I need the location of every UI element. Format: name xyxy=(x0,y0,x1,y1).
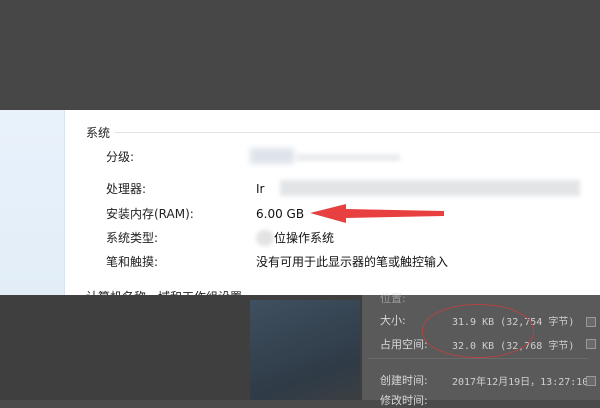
label-pen-touch: 笔和触摸: xyxy=(106,255,159,269)
wallpaper-fragment xyxy=(250,300,360,400)
system-info-panel: 系统 分级: 处理器: Ir 安装内存(RAM): 6.00 GB 系统类型: … xyxy=(0,110,600,304)
prop-label-disk-size: 占用空间: xyxy=(380,338,428,351)
label-system-type: 系统类型: xyxy=(106,231,159,245)
background-overlay-top xyxy=(0,0,600,110)
side-checkbox[interactable] xyxy=(586,376,596,386)
label-processor: 处理器: xyxy=(106,182,147,196)
value-pen-touch: 没有可用于此显示器的笔或触控输入 xyxy=(256,255,449,269)
prop-label-location: 位置: xyxy=(380,292,406,305)
redacted-rating-value xyxy=(250,148,294,164)
label-installed-ram: 安装内存(RAM): xyxy=(106,207,194,221)
prop-label-size: 大小: xyxy=(380,314,406,327)
side-checkbox[interactable] xyxy=(586,339,596,349)
control-panel-sidebar xyxy=(0,110,65,295)
red-circle-annotation xyxy=(422,304,534,358)
properties-divider xyxy=(368,358,588,359)
side-checkbox[interactable] xyxy=(586,317,596,327)
prop-label-modified: 修改时间: xyxy=(380,394,428,407)
value-system-type: 位操作系统 xyxy=(274,231,335,245)
redacted-processor-details xyxy=(280,180,580,196)
label-rating: 分级: xyxy=(106,150,135,164)
redacted-bit-count xyxy=(256,230,274,246)
value-installed-ram: 6.00 GB xyxy=(256,207,305,221)
section-divider xyxy=(114,132,600,133)
prop-label-created: 创建时间: xyxy=(380,374,428,387)
prop-value-created: 2017年12月19日，13:27:10 xyxy=(452,377,589,388)
value-processor: Ir xyxy=(256,182,265,196)
section-title-system: 系统 xyxy=(86,126,111,140)
redacted-rating-link xyxy=(296,154,400,161)
